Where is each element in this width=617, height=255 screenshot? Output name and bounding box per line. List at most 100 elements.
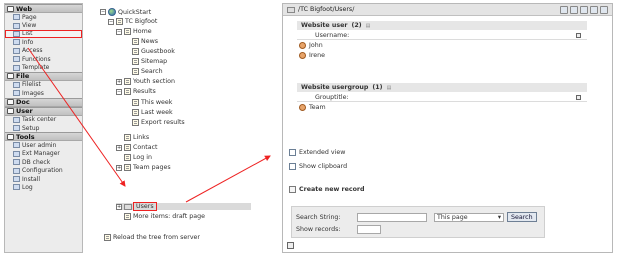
table-row[interactable]: John [299, 42, 323, 49]
tree-node[interactable]: − TC Bigfoot [108, 18, 157, 25]
tree-node[interactable]: − Results [116, 88, 156, 95]
collapse-icon[interactable]: − [108, 18, 114, 25]
tree-node-label[interactable]: Last week [141, 109, 173, 116]
tree-node[interactable]: This week [132, 99, 172, 106]
menu-item-ext-manager[interactable]: Ext Manager [5, 150, 82, 158]
menu-item-install[interactable]: Install [5, 175, 82, 183]
page-module-icon [13, 14, 20, 21]
table-header-website-usergroup[interactable]: Website usergroup (1) ▤ [297, 83, 587, 92]
search-button[interactable]: Search [507, 212, 537, 222]
tree-node[interactable]: Links [124, 134, 149, 141]
tree-node-label[interactable]: News [141, 38, 158, 45]
collapse-icon[interactable]: − [100, 9, 106, 15]
table-header-website-user[interactable]: Website user (2) ▤ [297, 21, 587, 30]
extended-view-option[interactable]: Extended view [289, 149, 345, 156]
menu-item-images[interactable]: Images [5, 89, 82, 97]
tree-node[interactable]: Sitemap [132, 58, 167, 65]
create-new-record-link[interactable]: Create new record [289, 186, 365, 193]
tree-node-label[interactable]: Links [133, 134, 149, 141]
menu-item-functions[interactable]: Functions [5, 55, 82, 63]
menu-item-filelist[interactable]: Filelist [5, 81, 82, 89]
tree-node[interactable]: + Youth section [116, 78, 175, 85]
tree-node-label[interactable]: Home [133, 28, 152, 35]
tree-node[interactable]: Log in [124, 154, 152, 161]
menu-item-db-check[interactable]: DB check [5, 158, 82, 166]
row-value[interactable]: Team [309, 104, 326, 111]
show-records-input[interactable] [357, 225, 381, 234]
menu-item-page[interactable]: Page [5, 13, 82, 21]
menu-item-template[interactable]: Template [5, 63, 82, 71]
expand-table-icon[interactable]: ▤ [366, 23, 371, 29]
tree-node-label[interactable]: Contact [133, 144, 158, 151]
tree-node-label[interactable]: This week [141, 99, 172, 106]
collapse-icon[interactable]: − [116, 28, 122, 35]
menu-group-doc[interactable]: Doc [5, 97, 82, 107]
tree-node-label[interactable]: Log in [133, 154, 152, 161]
tree-node-label[interactable]: QuickStart [118, 9, 151, 16]
expand-icon[interactable]: + [116, 203, 122, 210]
expand-icon[interactable]: + [116, 78, 122, 85]
expand-icon[interactable]: + [116, 164, 122, 171]
menu-item-info[interactable]: Info [5, 38, 82, 46]
menu-item-task-center[interactable]: Task center [5, 116, 82, 124]
tree-node-label[interactable]: Guestbook [141, 48, 175, 55]
tree-node-label[interactable]: Export results [141, 119, 185, 126]
tree-node[interactable]: + Contact [116, 144, 158, 151]
reload-icon[interactable] [590, 5, 598, 14]
usergroup-icon[interactable] [299, 104, 306, 111]
show-clipboard-option[interactable]: Show clipboard [289, 163, 347, 170]
tree-node-label[interactable]: Results [133, 88, 156, 95]
reload-tree-label[interactable]: Reload the tree from server [113, 234, 200, 241]
search-scope-select[interactable]: This page ▾ [434, 212, 504, 222]
help-icon[interactable] [600, 5, 608, 14]
tree-node[interactable]: Search [132, 68, 163, 75]
menu-item-setup[interactable]: Setup [5, 124, 82, 132]
menu-group-web[interactable]: Web [5, 4, 82, 13]
view-page-icon[interactable] [560, 5, 568, 14]
menu-group-tools[interactable]: Tools [5, 132, 82, 142]
tree-node-label[interactable]: TC Bigfoot [125, 18, 157, 25]
tree-node[interactable]: Guestbook [132, 48, 175, 55]
resize-handle-icon[interactable] [287, 242, 294, 249]
tree-node-label[interactable]: More items: draft page [133, 213, 205, 220]
show-clipboard-checkbox[interactable] [289, 163, 296, 170]
tree-node[interactable]: − Home [116, 28, 152, 35]
collapse-icon[interactable]: − [116, 88, 122, 95]
menu-item-configuration[interactable]: Configuration [5, 166, 82, 174]
menu-item-access[interactable]: Access [5, 47, 82, 55]
menu-group-user[interactable]: User [5, 106, 82, 116]
link-label[interactable]: Create new record [299, 186, 365, 193]
sort-icon[interactable] [576, 94, 581, 100]
table-row[interactable]: Irene [299, 52, 325, 59]
reload-tree-link[interactable]: Reload the tree from server [104, 234, 200, 241]
tree-node-label[interactable]: Users [133, 202, 157, 211]
menu-item-list[interactable]: List [5, 29, 82, 39]
tree-node[interactable]: Last week [132, 109, 173, 116]
row-value[interactable]: John [309, 42, 323, 49]
row-value[interactable]: Irene [309, 52, 325, 59]
user-icon[interactable] [299, 52, 306, 59]
user-icon[interactable] [299, 42, 306, 49]
edit-page-icon[interactable] [570, 5, 578, 14]
menu-item-user-admin[interactable]: User admin [5, 141, 82, 149]
tree-node-users[interactable]: + Users [116, 202, 251, 211]
tree-node[interactable]: More items: draft page [124, 213, 205, 220]
search-string-input[interactable] [357, 212, 427, 222]
tree-node-label[interactable]: Team pages [133, 164, 171, 171]
tree-node[interactable]: + Team pages [116, 164, 171, 171]
tree-node[interactable]: News [132, 38, 158, 45]
menu-item-view[interactable]: View [5, 21, 82, 29]
sort-icon[interactable] [576, 32, 581, 38]
tree-node-label[interactable]: Search [141, 68, 163, 75]
table-row[interactable]: Team [299, 104, 326, 111]
tree-node-label[interactable]: Youth section [133, 78, 175, 85]
tree-node-label[interactable]: Sitemap [141, 58, 167, 65]
tree-node-root[interactable]: − QuickStart [100, 8, 151, 16]
extended-view-checkbox[interactable] [289, 149, 296, 156]
tree-node[interactable]: Export results [132, 119, 185, 126]
menu-group-file[interactable]: File [5, 71, 82, 81]
menu-item-log[interactable]: Log [5, 183, 82, 191]
new-record-icon[interactable] [580, 5, 588, 14]
expand-table-icon[interactable]: ▤ [387, 85, 392, 91]
expand-icon[interactable]: + [116, 144, 122, 151]
